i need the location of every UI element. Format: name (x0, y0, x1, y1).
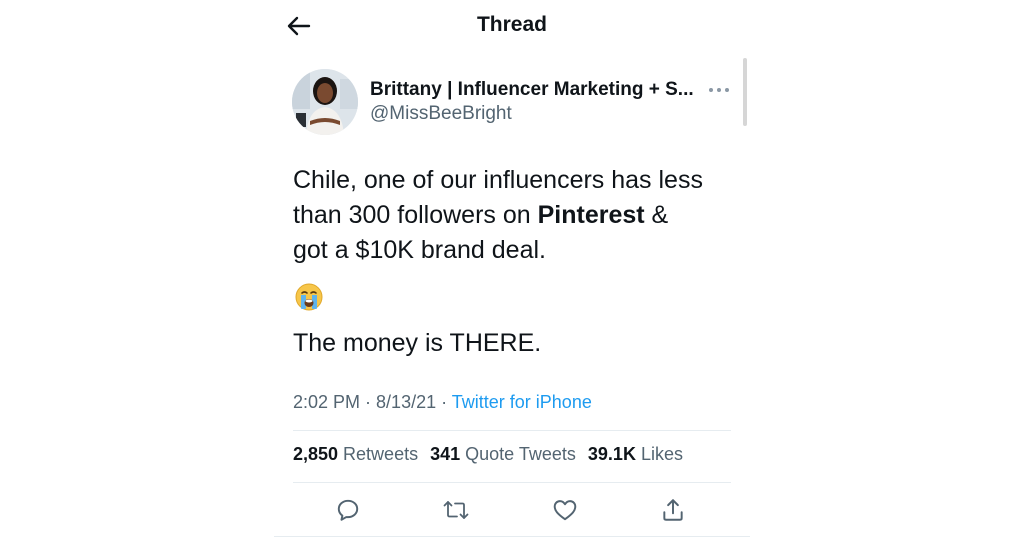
tweet-line-4: The money is THERE. (293, 329, 542, 357)
retweet-icon (443, 501, 469, 519)
tweet-source-link[interactable]: Twitter for iPhone (452, 392, 592, 412)
meta-separator: · (436, 392, 452, 412)
tweet-line-3: got a $10K brand deal. (293, 236, 546, 264)
loudly-crying-face-icon (294, 282, 324, 312)
more-button[interactable] (707, 82, 731, 98)
tweet-text: Chile, one of our influencers has less t… (293, 163, 738, 268)
tweet-actions (293, 494, 731, 526)
meta-separator: · (360, 392, 377, 412)
retweet-button[interactable] (440, 494, 472, 526)
tweet-line-1: Chile, one of our influencers has less (293, 166, 703, 194)
quote-tweets-label: Quote Tweets (460, 444, 576, 464)
share-button[interactable] (657, 494, 689, 526)
author-handle[interactable]: @MissBeeBright (370, 103, 512, 125)
tweet-line-2-end: & (644, 201, 669, 229)
reply-button[interactable] (332, 494, 364, 526)
avatar[interactable] (292, 69, 358, 135)
scrollbar[interactable] (743, 58, 747, 126)
quote-tweets-count: 341 (430, 444, 461, 464)
pinterest-text: Pinterest (537, 201, 645, 229)
retweets-stat[interactable]: 2,850 Retweets (293, 444, 418, 464)
author-name[interactable]: Brittany | Influencer Marketing + S... (370, 79, 694, 101)
likes-count: 39.1K (587, 444, 636, 464)
like-icon (553, 500, 577, 521)
bottom-divider (274, 536, 750, 537)
retweets-count: 2,850 (293, 444, 339, 464)
tweet-line-2-start: than 300 followers on (293, 201, 538, 229)
divider (293, 482, 731, 483)
likes-label: Likes (635, 444, 683, 464)
reply-icon (337, 499, 359, 521)
avatar-image (292, 69, 358, 135)
page-title: Thread (476, 13, 547, 36)
like-button[interactable] (549, 494, 581, 526)
retweets-label: Retweets (338, 444, 419, 464)
more-icon (709, 88, 729, 92)
quote-tweets-stat[interactable]: 341 Quote Tweets (430, 444, 576, 464)
divider (293, 430, 731, 431)
share-icon (663, 499, 683, 521)
tweet-date[interactable]: 8/13/21 (376, 392, 436, 412)
tweet-time[interactable]: 2:02 PM (293, 392, 360, 412)
tweet-stats: 2,850 Retweets 341 Quote Tweets 39.1K Li… (293, 444, 690, 465)
tweet-meta: 2:02 PM · 8/13/21 · Twitter for iPhone (293, 392, 592, 413)
likes-stat[interactable]: 39.1K Likes (588, 444, 683, 464)
tweet-line-2: than 300 followers on Pinterest & (293, 198, 738, 233)
thread-header: Thread (274, 8, 750, 44)
